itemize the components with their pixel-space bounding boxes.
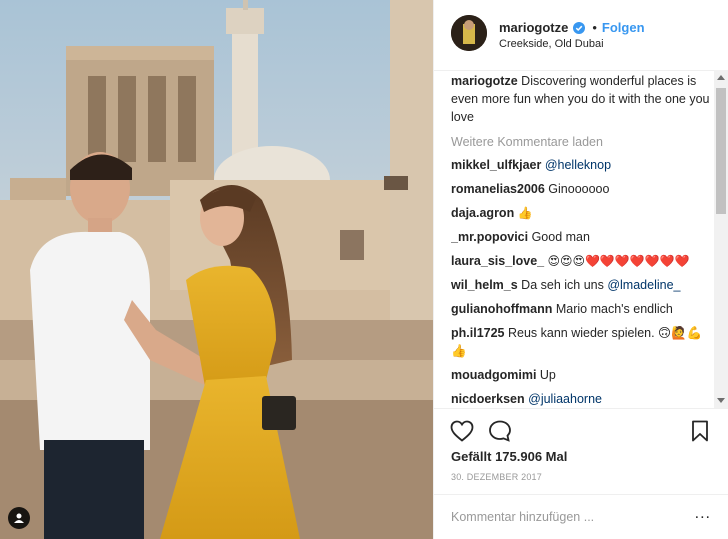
- comment-item: _mr.popovici Good man: [451, 227, 713, 247]
- user-tag-icon[interactable]: [8, 507, 30, 529]
- heart-icon[interactable]: [450, 420, 474, 442]
- post-actions: [434, 408, 728, 449]
- comment-text: 😍😍😍❤️❤️❤️❤️❤️❤️❤️: [544, 254, 690, 268]
- comment-username[interactable]: wil_helm_s: [451, 278, 518, 292]
- comment-username[interactable]: daja.agron: [451, 206, 514, 220]
- username-link[interactable]: mariogotze: [499, 20, 568, 35]
- post-header: mariogotze • Folgen Creekside, Old Dubai: [434, 0, 728, 71]
- comment-text: Da seh ich uns: [517, 278, 608, 292]
- comment-username[interactable]: mouadgomimi: [451, 368, 536, 382]
- location-link[interactable]: Creekside, Old Dubai: [499, 38, 604, 50]
- comment-text: Up: [536, 368, 556, 382]
- comment-item: nicdoerksen @juliaahorne: [451, 389, 713, 408]
- post-date: 30. DEZEMBER 2017: [451, 472, 542, 482]
- comment-item: romanelias2006 Ginoooooo: [451, 179, 713, 199]
- caption-username[interactable]: mariogotze: [451, 74, 518, 88]
- bookmark-icon[interactable]: [690, 420, 710, 442]
- comment-item: ph.il1725 Reus kann wieder spielen. 🙃🙋💪👍: [451, 323, 713, 361]
- caption: mariogotze Discovering wonderful places …: [451, 70, 713, 126]
- comment-item: mouadgomimi Up: [451, 365, 713, 385]
- comment-item: daja.agron 👍: [451, 203, 713, 223]
- comment-username[interactable]: gulianohoffmann: [451, 302, 552, 316]
- comment-username[interactable]: mikkel_ulfkjaer: [451, 158, 541, 172]
- comment-mention[interactable]: @helleknop: [545, 158, 611, 172]
- comment-username[interactable]: romanelias2006: [451, 182, 545, 196]
- photo-scene: [0, 0, 433, 539]
- comment-text: Ginoooooo: [544, 182, 610, 196]
- scrollbar-thumb[interactable]: [716, 88, 726, 214]
- comments-list[interactable]: mariogotze Discovering wonderful places …: [451, 70, 713, 408]
- verified-badge-icon: [573, 21, 586, 34]
- comment-username[interactable]: ph.il1725: [451, 326, 505, 340]
- scroll-down-arrow-icon[interactable]: [717, 398, 725, 403]
- comment-mention[interactable]: @juliaahorne: [528, 392, 602, 406]
- comment-text: Mario mach's endlich: [552, 302, 673, 316]
- comment-username[interactable]: _mr.popovici: [451, 230, 528, 244]
- comment-bubble-icon[interactable]: [488, 420, 512, 442]
- follow-button[interactable]: Folgen: [602, 20, 645, 35]
- avatar[interactable]: [451, 15, 487, 51]
- comment-item: laura_sis_love_ 😍😍😍❤️❤️❤️❤️❤️❤️❤️: [451, 251, 713, 271]
- comments-scrollbar[interactable]: [714, 70, 728, 408]
- scroll-up-arrow-icon[interactable]: [717, 75, 725, 80]
- comment-input[interactable]: Kommentar hinzufügen ...: [451, 510, 594, 524]
- load-more-comments-button[interactable]: Weitere Kommentare laden: [451, 133, 713, 151]
- separator-dot: •: [592, 20, 597, 35]
- comment-mention[interactable]: @lmadeline_: [607, 278, 680, 292]
- comment-username[interactable]: laura_sis_love_: [451, 254, 544, 268]
- more-options-icon[interactable]: ...: [695, 505, 711, 523]
- comment-item: mikkel_ulfkjaer @helleknop: [451, 155, 713, 175]
- comment-username[interactable]: nicdoerksen: [451, 392, 525, 406]
- comment-item: gulianohoffmann Mario mach's endlich: [451, 299, 713, 319]
- post-photo[interactable]: [0, 0, 433, 539]
- post-detail-panel: mariogotze • Folgen Creekside, Old Dubai…: [433, 0, 728, 539]
- add-comment-bar: Kommentar hinzufügen ... ...: [434, 494, 728, 539]
- comment-text: 👍: [514, 206, 533, 220]
- comment-text: Good man: [528, 230, 590, 244]
- comment-item: wil_helm_s Da seh ich uns @lmadeline_: [451, 275, 713, 295]
- likes-count[interactable]: Gefällt 175.906 Mal: [451, 449, 567, 464]
